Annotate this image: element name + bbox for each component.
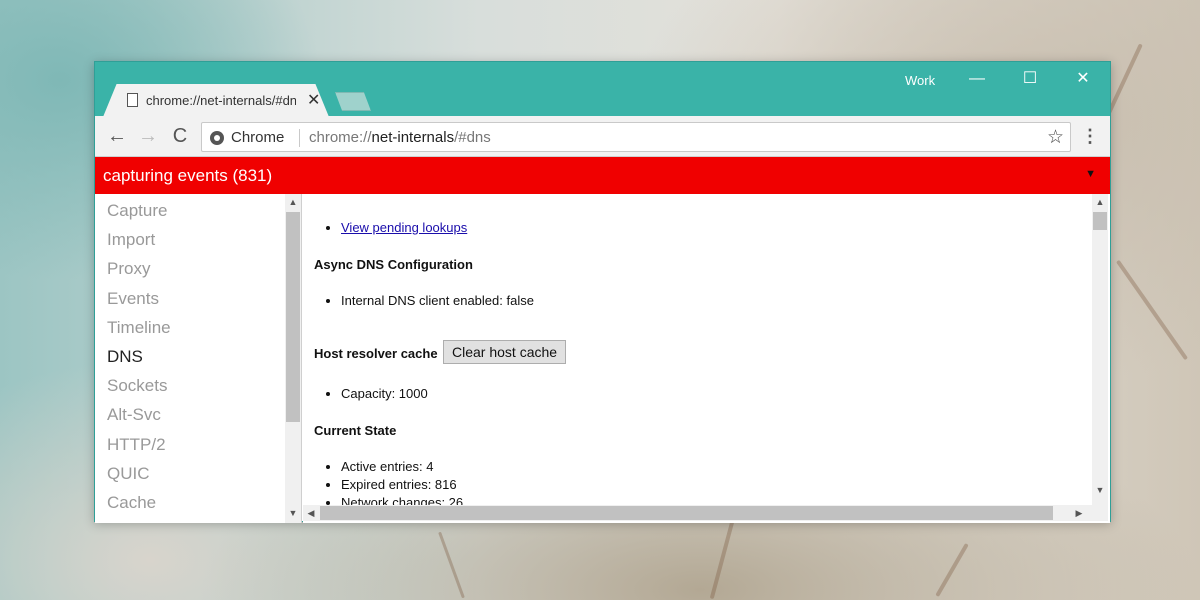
sidebar-list: Capture Import Proxy Events Timeline DNS Socke… [95, 194, 301, 521]
sidebar-nav: Capture Import Proxy Events Timeline DNS Socke… [95, 194, 302, 523]
chrome-icon [210, 131, 224, 145]
sidebar-item-sockets[interactable]: Sockets [95, 375, 301, 404]
content-scroll-thumb[interactable] [1093, 212, 1107, 230]
list-item: Expired entries: 816 [341, 476, 463, 494]
scroll-down-icon[interactable]: ▼ [285, 505, 301, 521]
dns-content-panel: View pending lookups Async DNS Configura… [303, 194, 1110, 523]
cache-list: Capacity: 1000 [303, 385, 428, 403]
sidebar-item-proxy[interactable]: Proxy [95, 258, 301, 287]
scroll-up-icon[interactable]: ▲ [285, 194, 301, 210]
minimize-button[interactable]: — [957, 66, 997, 92]
sidebar-item-dns[interactable]: DNS [95, 346, 301, 375]
clear-host-cache-button[interactable]: Clear host cache [443, 340, 567, 364]
sidebar-item-http-2[interactable]: HTTP/2 [95, 434, 301, 463]
url-prefix: chrome:// [309, 129, 372, 146]
forward-button[interactable]: → [136, 125, 160, 149]
content-h-scroll-thumb[interactable] [320, 506, 1053, 520]
list-item: Capacity: 1000 [341, 385, 428, 403]
scroll-right-icon[interactable]: ▶ [1071, 505, 1087, 521]
url-host: net-internals [371, 129, 455, 146]
async-dns-list: Internal DNS client enabled: false [303, 292, 534, 310]
sidebar-item-import[interactable]: Import [95, 229, 301, 258]
scroll-up-icon[interactable]: ▲ [1092, 194, 1108, 210]
tab-net-internals[interactable]: chrome://net-internals/#dns ✕ [103, 84, 329, 117]
sidebar-item-events[interactable]: Events [95, 288, 301, 317]
host-resolver-cache-heading: Host resolver cache [314, 346, 438, 361]
list-item: Active entries: 4 [341, 458, 463, 476]
pending-list: View pending lookups [303, 219, 467, 237]
sidebar-scrollbar[interactable]: ▲ ▼ [285, 194, 301, 523]
bookmark-star-icon[interactable]: ☆ [1047, 126, 1064, 149]
url-path: /#dns [454, 129, 491, 146]
maximize-button[interactable]: ☐ [1010, 66, 1050, 92]
sidebar-item-capture[interactable]: Capture [95, 200, 301, 229]
list-item: Internal DNS client enabled: false [341, 292, 534, 310]
new-tab-button[interactable] [335, 92, 371, 111]
list-item: View pending lookups [341, 219, 467, 237]
sidebar-item-quic[interactable]: QUIC [95, 463, 301, 492]
profile-name[interactable]: Work [905, 73, 935, 88]
omnibox-divider [299, 129, 300, 147]
page-icon [127, 93, 138, 107]
close-window-button[interactable]: ✕ [1063, 66, 1103, 92]
content-vertical-scrollbar[interactable]: ▲ ▼ [1092, 194, 1108, 506]
async-dns-heading: Async DNS Configuration [314, 257, 473, 272]
view-pending-lookups-link[interactable]: View pending lookups [341, 220, 467, 235]
browser-window: chrome://net-internals/#dns ✕ Work — ☐ ✕… [94, 61, 1111, 523]
title-bar: chrome://net-internals/#dns ✕ Work — ☐ ✕ [95, 62, 1110, 117]
current-state-heading: Current State [314, 423, 397, 438]
sidebar-item-cache[interactable]: Cache [95, 492, 301, 521]
capture-status-text: capturing events (831) [103, 166, 273, 185]
url-text[interactable]: chrome://net-internals/#dns [309, 129, 491, 146]
menu-icon[interactable]: ⋮ [1081, 125, 1099, 147]
scroll-left-icon[interactable]: ◀ [303, 505, 319, 521]
security-chip[interactable]: Chrome [231, 129, 284, 146]
reload-button[interactable]: C [168, 125, 192, 149]
address-bar[interactable]: Chrome chrome://net-internals/#dns ☆ [201, 122, 1071, 152]
sidebar-item-alt-svc[interactable]: Alt-Svc [95, 404, 301, 433]
capture-status-bar: capturing events (831) ▼ [95, 157, 1110, 194]
tab-title: chrome://net-internals/#dns [146, 93, 296, 108]
sidebar-scroll-thumb[interactable] [286, 212, 300, 422]
content-horizontal-scrollbar[interactable]: ◀ ▶ [303, 505, 1108, 521]
state-list: Active entries: 4 Expired entries: 816 N… [303, 458, 463, 512]
browser-toolbar: ← → C Chrome chrome://net-internals/#dns… [95, 116, 1110, 157]
scroll-down-icon[interactable]: ▼ [1092, 482, 1108, 498]
back-button[interactable]: ← [105, 125, 129, 149]
tab-close-icon[interactable]: ✕ [307, 90, 320, 110]
capture-dropdown-icon[interactable]: ▼ [1085, 168, 1096, 180]
sidebar-item-timeline[interactable]: Timeline [95, 317, 301, 346]
